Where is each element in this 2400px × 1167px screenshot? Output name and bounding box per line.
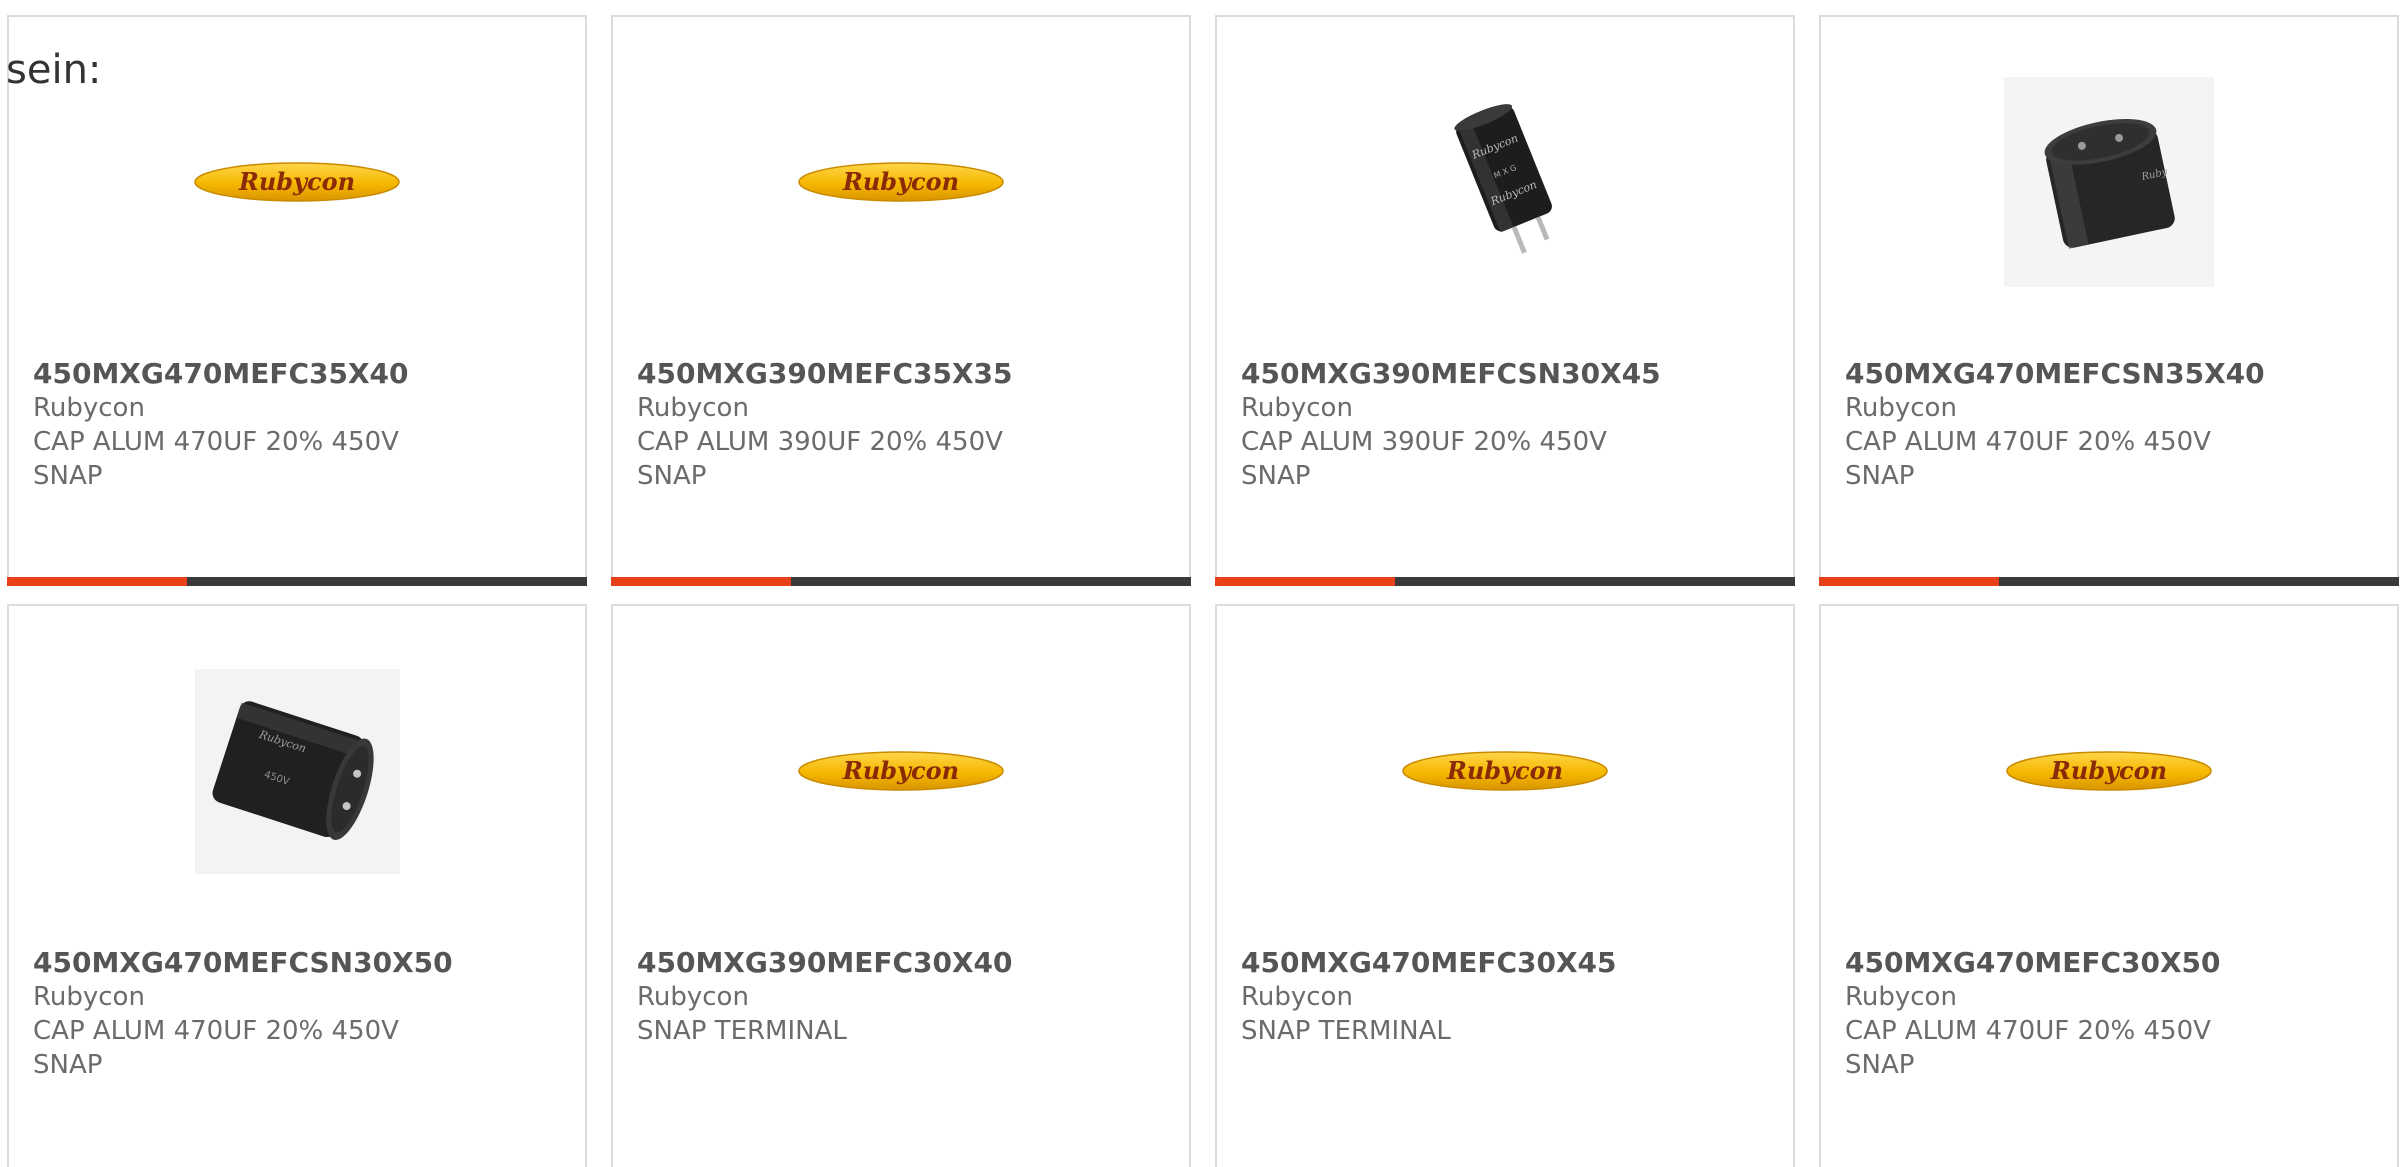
product-description: SNAP bbox=[637, 461, 707, 491]
card-accent-bar bbox=[611, 577, 1191, 586]
part-number-link[interactable]: 450MXG470MEFC35X40 bbox=[33, 357, 553, 391]
logo-text: Rubycon bbox=[1446, 756, 1563, 785]
product-card[interactable]: Rubycon 450V 450MXG470MEFCSN30X50 Rubycon… bbox=[7, 604, 587, 1167]
product-card[interactable]: Ruby 450MXG470MEFCSN35X40 Rubycon CAP ALUM… bbox=[1819, 15, 2399, 586]
product-description: SNAP bbox=[1845, 1050, 1915, 1080]
product-description: SNAP bbox=[1845, 461, 1915, 491]
manufacturer-name: Rubycon bbox=[1845, 393, 1957, 423]
product-description: SNAP TERMINAL bbox=[637, 1016, 847, 1046]
rubycon-logo-image[interactable]: Rubycon bbox=[9, 62, 585, 302]
part-number-link[interactable]: 450MXG470MEFCSN30X50 bbox=[33, 946, 553, 980]
part-number-link[interactable]: 450MXG470MEFCSN35X40 bbox=[1845, 357, 2365, 391]
part-number-link[interactable]: 450MXG390MEFCSN30X45 bbox=[1241, 357, 1761, 391]
card-accent-fill bbox=[611, 577, 791, 586]
product-info: 450MXG390MEFC35X35 Rubycon CAP ALUM 390UF … bbox=[637, 357, 1157, 493]
manufacturer-name: Rubycon bbox=[1845, 982, 1957, 1012]
product-info: 450MXG390MEFCSN30X45 Rubycon CAP ALUM 390U… bbox=[1241, 357, 1761, 493]
product-description: CAP ALUM 470UF 20% 450V bbox=[33, 427, 399, 457]
part-number-link[interactable]: 450MXG390MEFC35X35 bbox=[637, 357, 1157, 391]
product-description: CAP ALUM 390UF 20% 450V bbox=[1241, 427, 1607, 457]
rubycon-logo-image[interactable]: Rubycon bbox=[613, 651, 1189, 891]
product-description: SNAP bbox=[33, 1050, 103, 1080]
logo-text: Rubycon bbox=[238, 167, 355, 196]
product-grid-page: sein: Rubycon 450MXG470MEFC35X40 Rubycon C… bbox=[0, 0, 2400, 1167]
manufacturer-name: Rubycon bbox=[637, 982, 749, 1012]
manufacturer-name: Rubycon bbox=[1241, 982, 1353, 1012]
manufacturer-name: Rubycon bbox=[637, 393, 749, 423]
product-card[interactable]: Rubycon M X G Rubycon 450MXG390MEFCSN30X… bbox=[1215, 15, 1795, 586]
product-description: CAP ALUM 470UF 20% 450V bbox=[1845, 1016, 2211, 1046]
capacitor-product-image[interactable]: Rubycon 450V bbox=[9, 651, 585, 891]
intro-text: sein: bbox=[6, 47, 102, 93]
card-accent-bar bbox=[1819, 577, 2399, 586]
product-description: CAP ALUM 470UF 20% 450V bbox=[33, 1016, 399, 1046]
card-accent-fill bbox=[1819, 577, 1999, 586]
card-accent-bar bbox=[1215, 577, 1795, 586]
part-number-link[interactable]: 450MXG470MEFC30X50 bbox=[1845, 946, 2365, 980]
product-card[interactable]: Rubycon 450MXG470MEFC30X45 Rubycon SNAP TE… bbox=[1215, 604, 1795, 1167]
rubycon-logo-image[interactable]: Rubycon bbox=[613, 62, 1189, 302]
product-info: 450MXG470MEFC30X50 Rubycon CAP ALUM 470UF … bbox=[1845, 946, 2365, 1082]
part-number-link[interactable]: 450MXG470MEFC30X45 bbox=[1241, 946, 1761, 980]
product-card[interactable]: Rubycon 450MXG470MEFC30X50 Rubycon CAP ALU… bbox=[1819, 604, 2399, 1167]
product-card[interactable]: Rubycon 450MXG470MEFC35X40 Rubycon CAP ALU… bbox=[7, 15, 587, 586]
product-description: CAP ALUM 390UF 20% 450V bbox=[637, 427, 1003, 457]
manufacturer-name: Rubycon bbox=[33, 982, 145, 1012]
manufacturer-name: Rubycon bbox=[1241, 393, 1353, 423]
rubycon-logo-image[interactable]: Rubycon bbox=[1821, 651, 2397, 891]
rubycon-logo-image[interactable]: Rubycon bbox=[1217, 651, 1793, 891]
product-card[interactable]: Rubycon 450MXG390MEFC35X35 Rubycon CAP ALU… bbox=[611, 15, 1191, 586]
product-info: 450MXG470MEFC35X40 Rubycon CAP ALUM 470UF … bbox=[33, 357, 553, 493]
logo-text: Rubycon bbox=[2050, 756, 2167, 785]
product-description: SNAP TERMINAL bbox=[1241, 1016, 1451, 1046]
card-accent-fill bbox=[7, 577, 187, 586]
card-accent-bar bbox=[7, 577, 587, 586]
product-description: SNAP bbox=[1241, 461, 1311, 491]
product-info: 450MXG390MEFC30X40 Rubycon SNAP TERMINAL bbox=[637, 946, 1157, 1048]
product-description: SNAP bbox=[33, 461, 103, 491]
manufacturer-name: Rubycon bbox=[33, 393, 145, 423]
product-info: 450MXG470MEFCSN35X40 Rubycon CAP ALUM 470U… bbox=[1845, 357, 2365, 493]
capacitor-product-image[interactable]: Ruby bbox=[1821, 62, 2397, 302]
capacitor-product-image[interactable]: Rubycon M X G Rubycon bbox=[1217, 62, 1793, 302]
part-number-link[interactable]: 450MXG390MEFC30X40 bbox=[637, 946, 1157, 980]
card-accent-fill bbox=[1215, 577, 1395, 586]
logo-text: Rubycon bbox=[842, 756, 959, 785]
product-info: 450MXG470MEFC30X45 Rubycon SNAP TERMINAL bbox=[1241, 946, 1761, 1048]
logo-text: Rubycon bbox=[842, 167, 959, 196]
product-description: CAP ALUM 470UF 20% 450V bbox=[1845, 427, 2211, 457]
product-info: 450MXG470MEFCSN30X50 Rubycon CAP ALUM 470U… bbox=[33, 946, 553, 1082]
product-card[interactable]: Rubycon 450MXG390MEFC30X40 Rubycon SNAP TE… bbox=[611, 604, 1191, 1167]
